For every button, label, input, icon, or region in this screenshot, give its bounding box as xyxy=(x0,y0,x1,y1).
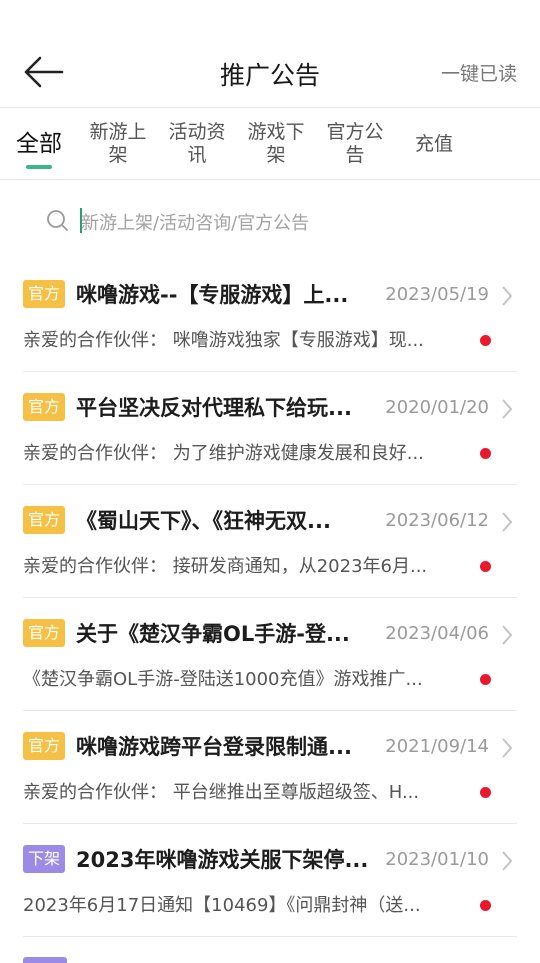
list-item[interactable]: 官方 咪噜游戏跨平台登录限制通... 2021/09/14 亲爱的合作伙伴： 平… xyxy=(23,710,517,824)
tab-label: 新游上 xyxy=(89,121,147,143)
chevron-right-icon xyxy=(502,625,513,645)
tab-label: 官方公 xyxy=(326,121,384,143)
item-date: 2023/05/19 xyxy=(385,284,489,305)
tab-label: 架 xyxy=(266,144,286,166)
unread-dot xyxy=(480,900,491,911)
app-header: 推广公告 一键已读 xyxy=(0,36,540,108)
search-icon xyxy=(47,210,68,231)
official-tag: 官方 xyxy=(23,732,66,760)
list-item[interactable]: 官方 咪噜游戏--【专服游戏】上... 2023/05/19 亲爱的合作伙伴： … xyxy=(23,258,517,372)
unread-dot xyxy=(480,561,491,572)
item-date: 2021/09/14 xyxy=(385,736,489,757)
item-date: 2023/01/10 xyxy=(385,849,489,870)
unread-dot xyxy=(480,787,491,798)
chevron-right-icon xyxy=(502,399,513,419)
item-summary: 2023年6月17日通知【10469】《问鼎封神（送... xyxy=(23,895,421,916)
item-title: 关于《楚汉争霸OL手游-登... xyxy=(76,622,350,646)
list-item[interactable]: 官方 《蜀山天下》、《狂神无双... 2023/06/12 亲爱的合作伙伴： 接… xyxy=(23,484,517,598)
item-title: 咪噜游戏--【专服游戏】上... xyxy=(76,283,349,307)
list-item[interactable]: 官方 平台坚决反对代理私下给玩... 2020/01/20 亲爱的合作伙伴： 为… xyxy=(23,371,517,485)
tab-label: 讯 xyxy=(187,144,207,166)
tab-games-offline[interactable]: 游戏下 架 xyxy=(240,108,312,180)
tab-label: 活动资 xyxy=(168,121,226,143)
item-title: 平台坚决反对代理私下给玩... xyxy=(76,396,352,420)
tab-official[interactable]: 官方公 告 xyxy=(319,108,391,180)
tab-new-games[interactable]: 新游上 架 xyxy=(82,108,154,180)
official-tag: 官方 xyxy=(23,619,66,647)
chevron-right-icon xyxy=(502,738,513,758)
item-date: 2020/01/20 xyxy=(385,397,489,418)
item-summary: 亲爱的合作伙伴： 为了维护游戏健康发展和良好... xyxy=(23,443,424,464)
item-title: 2023年咪噜游戏关服下架停... xyxy=(76,848,369,872)
tab-label: 全部 xyxy=(16,130,62,157)
arrow-left-icon xyxy=(24,56,64,88)
active-tab-indicator xyxy=(26,165,52,169)
category-tabs: 全部 新游上 架 活动资 讯 游戏下 架 官方公 告 充值 xyxy=(0,108,540,180)
search-placeholder: 新游上架/活动咨询/官方公告 xyxy=(81,213,310,234)
item-date: 2023/04/06 xyxy=(385,623,489,644)
unread-dot xyxy=(480,335,491,346)
official-tag: 官方 xyxy=(23,506,66,534)
item-summary: 亲爱的合作伙伴： 平台继推出至尊版超级签、H... xyxy=(23,782,420,803)
item-summary: 亲爱的合作伙伴： 接研发商通知，从2023年6月... xyxy=(23,556,428,577)
tab-recharge[interactable]: 充值 xyxy=(403,108,465,180)
chevron-right-icon xyxy=(502,286,513,306)
back-button[interactable] xyxy=(18,52,66,92)
item-summary: 亲爱的合作伙伴： 咪噜游戏独家【专服游戏】现... xyxy=(23,330,424,351)
unread-dot xyxy=(480,448,491,459)
tab-label: 充值 xyxy=(414,132,453,155)
next-item-tag-peek xyxy=(23,957,67,963)
tab-label: 告 xyxy=(345,144,365,166)
official-tag: 官方 xyxy=(23,393,66,421)
unread-dot xyxy=(480,674,491,685)
mark-all-read-button[interactable]: 一键已读 xyxy=(441,59,517,86)
item-title: 咪噜游戏跨平台登录限制通... xyxy=(76,735,352,759)
item-summary: 《楚汉争霸OL手游-登陆送1000充值》游戏推广... xyxy=(23,669,423,690)
chevron-right-icon xyxy=(502,851,513,871)
tab-label: 架 xyxy=(108,144,128,166)
tab-all[interactable]: 全部 xyxy=(8,108,70,180)
list-item[interactable]: 官方 关于《楚汉争霸OL手游-登... 2023/04/06 《楚汉争霸OL手游… xyxy=(23,597,517,711)
offline-tag: 下架 xyxy=(23,845,66,873)
tab-label: 游戏下 xyxy=(247,121,305,143)
list-item[interactable]: 下架 2023年咪噜游戏关服下架停... 2023/01/10 2023年6月1… xyxy=(23,823,517,937)
chevron-right-icon xyxy=(502,512,513,532)
search-input[interactable]: 新游上架/活动咨询/官方公告 xyxy=(40,200,510,240)
item-date: 2023/06/12 xyxy=(385,510,489,531)
tab-activities[interactable]: 活动资 讯 xyxy=(161,108,233,180)
item-title: 《蜀山天下》、《狂神无双... xyxy=(76,509,331,533)
official-tag: 官方 xyxy=(23,280,66,308)
